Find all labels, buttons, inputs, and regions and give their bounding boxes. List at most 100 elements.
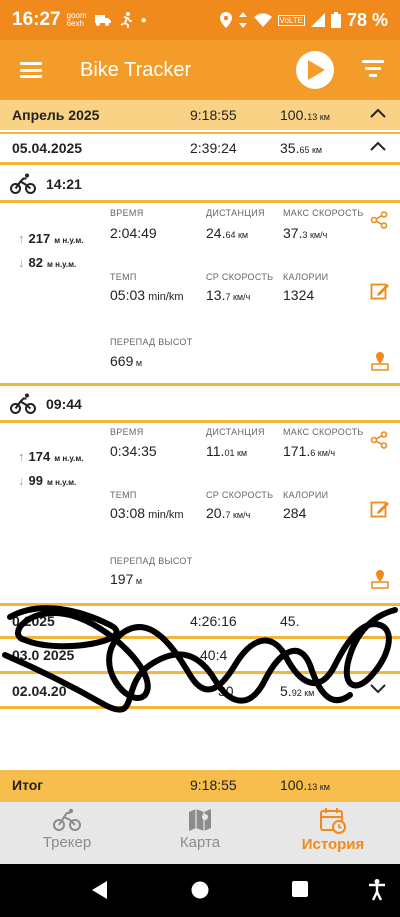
system-navigation-bar: [0, 864, 400, 917]
max-speed-label: МАКС СКОРОСТЬ: [283, 208, 364, 218]
data-arrows-icon: [238, 12, 247, 28]
month-duration: 9:18:55: [190, 107, 237, 123]
distance-value: 24.64 км: [206, 225, 249, 241]
play-button[interactable]: [296, 51, 334, 89]
calories-value: 1324: [283, 287, 315, 303]
wifi-icon: [253, 13, 272, 27]
app-title: Bike Tracker: [80, 58, 192, 81]
day-header-row[interactable]: 05.04.2025 2:39:24 35.65 км: [0, 132, 400, 162]
battery-percent: 78 %: [346, 9, 388, 30]
elevation-diff-value: 669 м: [110, 353, 143, 369]
avg-speed-value: 20.7 км/ч: [206, 505, 251, 521]
chevron-up-icon[interactable]: [370, 140, 386, 152]
day-label: 05.04.2025: [12, 140, 83, 156]
divider: [0, 706, 400, 709]
divider: [0, 162, 400, 165]
day-duration: 40:4: [200, 647, 228, 663]
time-label: ВРЕМЯ: [110, 208, 144, 218]
bottom-navigation: Трекер Карта История: [0, 802, 400, 864]
ascent-stat: ↑ 174 м н.у.м.: [18, 449, 84, 464]
map-pin-icon[interactable]: [370, 351, 390, 371]
home-icon[interactable]: [191, 881, 209, 899]
calendar-clock-icon: [320, 808, 346, 834]
ascent-stat: ↑ 217 м н.у.м.: [18, 231, 84, 246]
max-speed-label: МАКС СКОРОСТЬ: [283, 427, 364, 437]
divider: [0, 636, 400, 639]
bicycle-icon: [10, 173, 36, 194]
ride-start-time: 14:21: [46, 176, 82, 192]
time-label: ВРЕМЯ: [110, 427, 144, 437]
ride-header[interactable]: 14:21: [0, 166, 400, 202]
chevron-up-icon[interactable]: [370, 107, 386, 119]
avg-speed-value: 13.7 км/ч: [206, 287, 251, 303]
calories-label: КАЛОРИИ: [283, 272, 329, 282]
day-summary-row[interactable]: 02.04.20 30 5.92 км: [0, 676, 400, 704]
edit-icon[interactable]: [370, 499, 390, 519]
calories-value: 284: [283, 505, 307, 521]
back-icon[interactable]: [92, 881, 108, 899]
bicycle-icon: [10, 393, 36, 414]
month-distance: 100.13 км: [280, 107, 330, 123]
day-distance: 45.: [280, 613, 300, 629]
accessibility-icon[interactable]: [368, 879, 386, 901]
carrier-label: goom 6exh: [66, 11, 87, 28]
recents-icon[interactable]: [292, 881, 308, 897]
total-label: Итог: [12, 777, 44, 793]
volte-badge: VoLTE: [277, 14, 305, 26]
ride-details: ↑ 174 м н.у.м. ↓ 99 м н.у.м. ВРЕМЯ ДИСТАНЦИЯ…: [0, 423, 400, 603]
total-duration: 9:18:55: [190, 777, 237, 793]
calories-label: КАЛОРИИ: [283, 490, 329, 500]
nav-map[interactable]: Карта: [135, 808, 265, 851]
pace-value: 03:08 min/km: [110, 505, 184, 521]
nav-map-label: Карта: [179, 834, 221, 851]
distance-label: ДИСТАНЦИЯ: [206, 427, 265, 437]
day-duration: 30: [218, 683, 234, 699]
total-row: Итог 9:18:55 100.13 км: [0, 770, 400, 802]
avg-speed-label: СР СКОРОСТЬ: [206, 490, 274, 500]
duration-value: 2:04:49: [110, 225, 157, 241]
day-label: 03.0 2025: [12, 647, 75, 663]
truck-icon: [94, 15, 111, 26]
day-label: 0 2025: [12, 613, 55, 629]
bicycle-icon: [53, 808, 81, 831]
filter-icon[interactable]: [362, 60, 384, 78]
day-summary-row[interactable]: 0 2025 4:26:16 45.: [0, 606, 400, 634]
chevron-down-icon[interactable]: [370, 683, 386, 695]
pace-label: ТЕМП: [110, 272, 137, 282]
distance-value: 11.01 км: [206, 443, 248, 459]
pace-label: ТЕМП: [110, 490, 137, 500]
duration-value: 0:34:35: [110, 443, 157, 459]
nav-tracker-label: Трекер: [42, 834, 92, 851]
play-icon: [308, 60, 325, 80]
month-header-row[interactable]: Апрель 2025 9:18:55 100.13 км: [0, 100, 400, 130]
map-icon: [189, 809, 211, 831]
map-pin-icon[interactable]: [370, 569, 390, 589]
share-icon[interactable]: [370, 211, 388, 229]
month-label: Апрель 2025: [12, 107, 100, 123]
day-distance: 35.65 км: [280, 140, 323, 156]
total-distance: 100.13 км: [280, 777, 330, 793]
nav-tracker[interactable]: Трекер: [2, 808, 132, 851]
ride-details: ↑ 217 м н.у.м. ↓ 82 м н.у.м. ВРЕМЯ ДИСТАНЦИЯ…: [0, 203, 400, 383]
elevation-diff-label: ПЕРЕПАД ВЫСОТ: [110, 337, 193, 347]
location-icon: [219, 12, 232, 28]
elevation-diff-label: ПЕРЕПАД ВЫСОТ: [110, 556, 193, 566]
share-icon[interactable]: [370, 431, 388, 449]
day-distance: 5.92 км: [280, 683, 315, 699]
avg-speed-label: СР СКОРОСТЬ: [206, 272, 274, 282]
descent-stat: ↓ 99 м н.у.м.: [18, 473, 77, 488]
edit-icon[interactable]: [370, 281, 390, 301]
ride-start-time: 09:44: [46, 396, 82, 412]
day-label: 02.04.20: [12, 683, 67, 699]
day-summary-row[interactable]: 03.0 2025 40:4: [0, 640, 400, 668]
pace-value: 05:03 min/km: [110, 287, 184, 303]
descent-stat: ↓ 82 м н.у.м.: [18, 255, 77, 270]
max-speed-value: 37.3 км/ч: [283, 225, 328, 241]
nav-history-label: История: [301, 836, 365, 853]
distance-label: ДИСТАНЦИЯ: [206, 208, 265, 218]
menu-icon[interactable]: [20, 62, 42, 78]
divider: [0, 671, 400, 674]
day-duration: 2:39:24: [190, 140, 237, 156]
ride-header[interactable]: 09:44: [0, 386, 400, 422]
nav-history[interactable]: История: [268, 808, 398, 853]
